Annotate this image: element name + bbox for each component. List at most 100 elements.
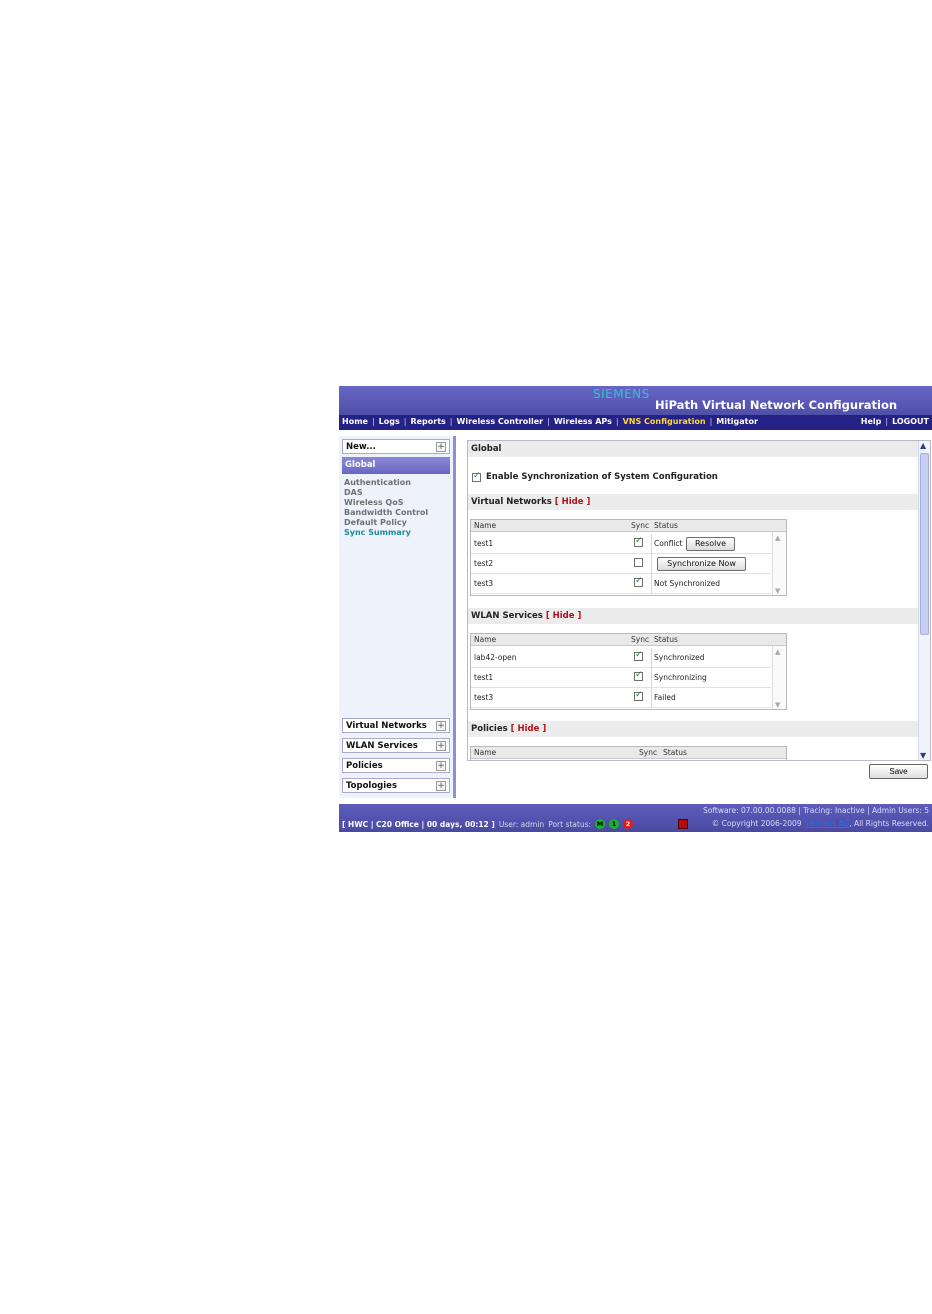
scroll-down-icon[interactable]: ▼ xyxy=(775,587,780,595)
nav-separator: | xyxy=(615,417,619,426)
column-header-status: Status xyxy=(663,748,687,757)
sidebar-item-global[interactable]: Global xyxy=(342,457,450,474)
scroll-up-icon[interactable]: ▲ xyxy=(920,441,926,450)
policies-header: Policies [ Hide ] xyxy=(468,721,920,737)
page-title-bar: Global xyxy=(468,441,920,457)
row-name: test1 xyxy=(474,673,494,682)
nav-logout[interactable]: LOGOUT xyxy=(892,417,929,426)
nav-reports[interactable]: Reports xyxy=(410,417,445,426)
sync-checkbox[interactable] xyxy=(634,650,643,661)
nav-home[interactable]: Home xyxy=(342,417,368,426)
plus-icon[interactable]: + xyxy=(436,761,446,771)
brand-logo: SIEMENS xyxy=(593,387,650,401)
port-status-2-icon: 2 xyxy=(623,819,634,829)
table-scrollbar[interactable]: ▲ ▼ xyxy=(772,646,786,709)
app-title: HiPath Virtual Network Configuration xyxy=(655,398,898,412)
user-info: User: admin xyxy=(498,819,545,829)
nav-wireless-controller[interactable]: Wireless Controller xyxy=(457,417,544,426)
hide-link[interactable]: [ Hide ] xyxy=(511,724,547,734)
nav-separator: | xyxy=(449,417,453,426)
sidebar-link-wireless-qos[interactable]: Wireless QoS xyxy=(344,498,428,508)
row-status: Not Synchronized xyxy=(654,579,721,588)
section-title: Virtual Networks xyxy=(471,497,552,507)
table-row: test2 Synchronize Now xyxy=(471,554,771,574)
sidebar-links: Authentication DAS Wireless QoS Bandwidt… xyxy=(344,478,428,538)
sync-checkbox[interactable] xyxy=(634,576,643,587)
plus-icon[interactable]: + xyxy=(436,442,446,452)
content-scrollbar[interactable]: ▲ ▼ xyxy=(918,441,930,760)
column-header-sync: Sync xyxy=(631,635,650,644)
row-name: test1 xyxy=(474,539,494,548)
sync-checkbox[interactable] xyxy=(634,536,643,547)
sidebar-link-das[interactable]: DAS xyxy=(344,488,428,498)
table-row: test3 Failed xyxy=(471,688,771,708)
scroll-down-icon[interactable]: ▼ xyxy=(920,751,926,760)
resolve-button[interactable]: Resolve xyxy=(686,537,735,551)
column-header-sync: Sync xyxy=(639,748,658,757)
sync-checkbox[interactable] xyxy=(634,558,643,567)
column-header-name: Name xyxy=(474,748,497,757)
sidebar-link-authentication[interactable]: Authentication xyxy=(344,478,428,488)
row-name: lab42-open xyxy=(474,653,517,662)
sidebar: New... + Global Authentication DAS Wirel… xyxy=(339,436,456,798)
sidebar-section-label: Policies xyxy=(346,761,383,771)
location-info: [ HWC | C20 Office | 00 days, 00:12 ] xyxy=(342,819,495,829)
sidebar-link-bandwidth-control[interactable]: Bandwidth Control xyxy=(344,508,428,518)
nav-mitigator[interactable]: Mitigator xyxy=(716,417,758,426)
sidebar-section-wlan-services[interactable]: WLAN Services + xyxy=(342,738,450,753)
column-header-status: Status xyxy=(654,635,678,644)
scroll-down-icon[interactable]: ▼ xyxy=(775,701,780,709)
sidebar-link-sync-summary[interactable]: Sync Summary xyxy=(344,528,428,538)
nav-separator: | xyxy=(547,417,550,426)
section-title: WLAN Services xyxy=(471,611,543,621)
sidebar-section-topologies[interactable]: Topologies + xyxy=(342,778,450,793)
nav-wireless-aps[interactable]: Wireless APs xyxy=(554,417,612,426)
scroll-up-icon[interactable]: ▲ xyxy=(775,534,780,542)
nav-separator: | xyxy=(371,417,375,426)
nav-separator: | xyxy=(885,417,889,426)
hide-link[interactable]: [ Hide ] xyxy=(546,611,582,621)
page-title: Global xyxy=(471,444,502,454)
nav-help[interactable]: Help xyxy=(861,417,882,426)
row-status: Synchronized xyxy=(654,653,705,662)
plus-icon[interactable]: + xyxy=(436,721,446,731)
column-header-sync: Sync xyxy=(631,521,650,530)
virtual-networks-table: Name Sync Status test1 Conflict Resolve … xyxy=(470,519,787,596)
sidebar-link-default-policy[interactable]: Default Policy xyxy=(344,518,428,528)
port-status-label: Port status: xyxy=(548,819,592,829)
sidebar-section-label: Virtual Networks xyxy=(346,721,427,731)
row-status: Conflict xyxy=(654,539,683,548)
synchronize-now-button[interactable]: Synchronize Now xyxy=(657,557,746,571)
sidebar-new-button[interactable]: New... + xyxy=(342,439,450,454)
save-button[interactable]: Save xyxy=(869,764,928,779)
hide-link[interactable]: [ Hide ] xyxy=(555,497,591,507)
application-window: SIEMENS HiPath Virtual Network Configura… xyxy=(339,386,932,832)
column-header-name: Name xyxy=(474,521,497,530)
sync-checkbox[interactable] xyxy=(634,670,643,681)
alarm-icon[interactable] xyxy=(678,819,688,829)
copyright: © Copyright 2006-2009 Siemens AG, All Ri… xyxy=(712,819,929,828)
virtual-networks-header: Virtual Networks [ Hide ] xyxy=(468,494,920,510)
wlan-services-header: WLAN Services [ Hide ] xyxy=(468,608,920,624)
siemens-link[interactable]: Siemens AG xyxy=(804,819,849,828)
app-header: SIEMENS HiPath Virtual Network Configura… xyxy=(339,386,932,415)
plus-icon[interactable]: + xyxy=(436,781,446,791)
section-title: Policies xyxy=(471,724,508,734)
scrollbar-thumb[interactable] xyxy=(920,453,929,635)
sidebar-section-label: Topologies xyxy=(346,781,398,791)
nav-logs[interactable]: Logs xyxy=(379,417,400,426)
table-row: test1 Conflict Resolve xyxy=(471,534,771,554)
table-scrollbar[interactable]: ▲ ▼ xyxy=(772,532,786,595)
row-status: Failed xyxy=(654,693,676,702)
scroll-up-icon[interactable]: ▲ xyxy=(775,648,780,656)
enable-sync-checkbox[interactable] xyxy=(472,471,481,482)
plus-icon[interactable]: + xyxy=(436,741,446,751)
sync-checkbox[interactable] xyxy=(634,690,643,701)
nav-vns-configuration[interactable]: VNS Configuration xyxy=(623,417,706,426)
nav-separator: | xyxy=(709,417,713,426)
sidebar-section-policies[interactable]: Policies + xyxy=(342,758,450,773)
sidebar-section-virtual-networks[interactable]: Virtual Networks + xyxy=(342,718,450,733)
row-status: Synchronizing xyxy=(654,673,707,682)
row-name: test2 xyxy=(474,559,494,568)
port-status-m-icon: M xyxy=(595,819,606,829)
